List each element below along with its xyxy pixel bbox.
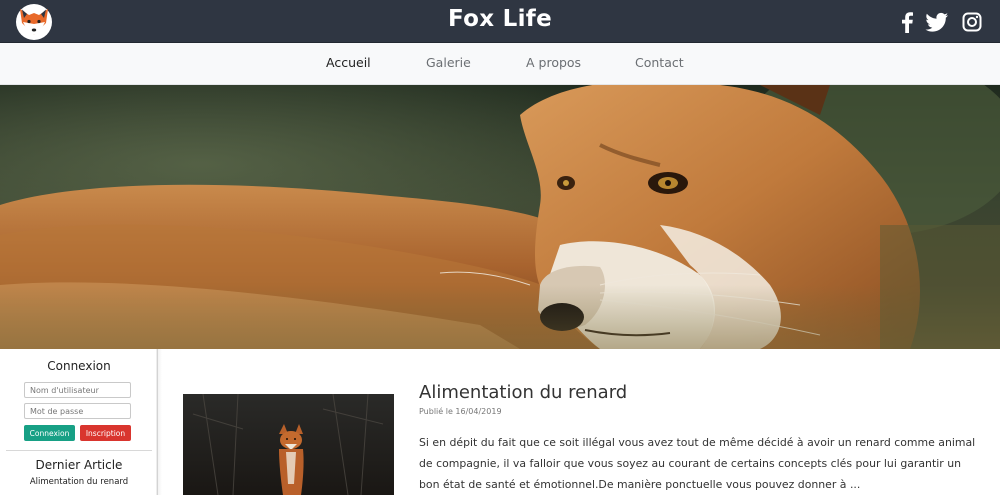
latest-article-link[interactable]: Alimentation du renard [0,477,158,487]
top-bar: Fox Life [0,0,1000,43]
signup-button[interactable]: Inscription [80,425,131,441]
nav-item-contact[interactable]: Contact [635,55,684,70]
hero-fox-image [0,85,1000,349]
article-title[interactable]: Alimentation du renard [419,382,627,403]
nav-item-home[interactable]: Accueil [326,55,371,70]
facebook-icon[interactable] [900,11,914,33]
sidebar-shadow [156,349,162,495]
article-thumbnail[interactable] [183,394,394,495]
nav-item-gallery[interactable]: Galerie [426,55,471,70]
main-nav: Accueil Galerie A propos Contact [0,43,1000,85]
site-title: Fox Life [448,6,552,32]
nav-item-about[interactable]: A propos [526,55,581,70]
login-heading: Connexion [47,359,111,373]
login-button[interactable]: Connexion [24,425,75,441]
instagram-icon[interactable] [962,11,982,33]
sidebar: Connexion Connexion Inscription Dernier … [0,349,158,495]
username-input[interactable] [24,382,131,398]
sidebar-divider [6,450,152,451]
article-excerpt: Si en dépit du fait que ce soit illégal … [419,436,976,491]
password-input[interactable] [24,403,131,419]
latest-article-heading: Dernier Article [35,458,123,472]
article-date: Publié le 16/04/2019 [419,407,502,416]
twitter-icon[interactable] [925,11,949,33]
